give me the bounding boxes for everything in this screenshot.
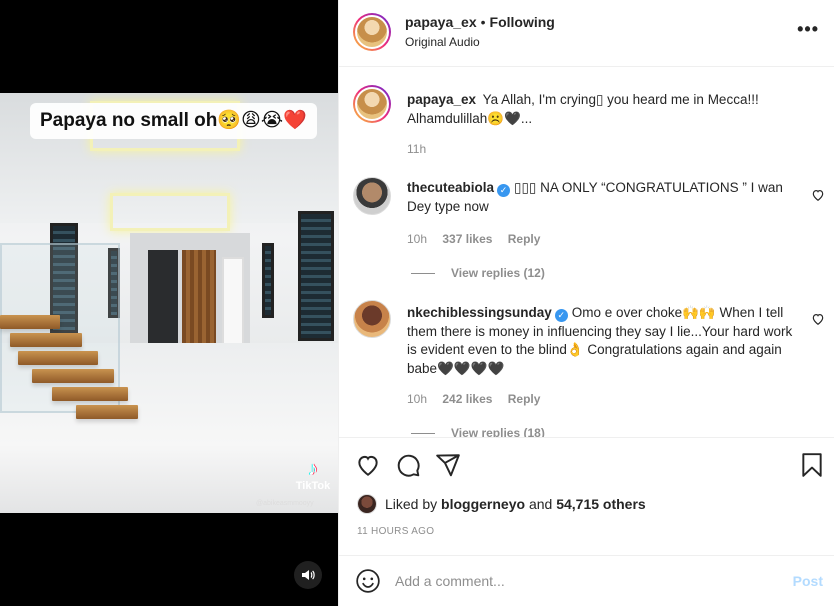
bookmark-icon[interactable]: [799, 452, 825, 478]
author-username[interactable]: papaya_ex: [405, 14, 477, 30]
stair-step: [0, 315, 60, 329]
liker-avatar[interactable]: [357, 494, 377, 514]
author-line: papaya_ex • Following: [405, 14, 555, 30]
caption-avatar-image: [355, 87, 389, 121]
post-media[interactable]: Papaya no small oh🥺😩😭❤️ ♪ TikTok @abikea…: [0, 0, 338, 606]
comment-username[interactable]: thecuteabiola: [407, 180, 494, 195]
comment-meta: 10h 242 likes Reply: [407, 392, 552, 406]
white-door: [222, 257, 244, 349]
liked-by-others[interactable]: 54,715 others: [556, 496, 646, 512]
comment-icon[interactable]: [395, 452, 421, 478]
emoji-icon[interactable]: [355, 568, 381, 594]
caption-meta: 11h: [407, 142, 438, 156]
caption-text: papaya_ex Ya Allah, I'm crying▯ you hear…: [407, 91, 799, 128]
comment-time[interactable]: 11h: [407, 142, 426, 156]
window: [298, 211, 334, 341]
caption-avatar[interactable]: [353, 85, 391, 123]
post-header: papaya_ex • Following Original Audio •••: [339, 0, 834, 67]
stair-step: [18, 351, 98, 365]
comment-time[interactable]: 10h: [407, 392, 427, 406]
commenter-avatar[interactable]: [353, 177, 391, 215]
window: [262, 243, 274, 318]
post-sidebar: papaya_ex • Following Original Audio ••• p…: [338, 0, 834, 606]
ceiling-light: [110, 193, 230, 231]
commenter-avatar[interactable]: [353, 300, 391, 338]
video-frame[interactable]: [0, 93, 338, 513]
stair-step: [76, 405, 138, 419]
view-replies-button[interactable]: View replies (18): [411, 426, 545, 437]
comment-input[interactable]: [395, 566, 775, 596]
verified-badge-icon: ✓: [554, 309, 568, 322]
liked-by-prefix: Liked by: [385, 496, 438, 512]
stair-step: [52, 387, 128, 401]
comment-username[interactable]: nkechiblessingsunday: [407, 305, 552, 320]
back-door: [148, 250, 178, 350]
liked-by-and: and: [528, 496, 553, 512]
comment-item: thecuteabiola ✓ ▯▯▯ NA ONLY “CONGRATULATIO…: [407, 179, 799, 216]
following-button[interactable]: Following: [490, 14, 555, 30]
heart-icon[interactable]: [811, 312, 825, 326]
comment-meta: 10h 337 likes Reply: [407, 232, 552, 246]
share-icon[interactable]: [435, 452, 461, 478]
comment-username[interactable]: papaya_ex: [407, 92, 476, 107]
tiktok-watermark: ♪ TikTok: [293, 458, 333, 492]
stair-step: [32, 369, 114, 383]
comment-list[interactable]: papaya_ex Ya Allah, I'm crying▯ you hear…: [339, 67, 834, 437]
post-actions: Liked by bloggerneyo and 54,715 others 1…: [339, 437, 834, 555]
likes-summary: Liked by bloggerneyo and 54,715 others: [357, 494, 646, 514]
more-options-icon[interactable]: •••: [797, 20, 819, 38]
post-comment-button[interactable]: Post: [793, 573, 823, 589]
video-caption: Papaya no small oh🥺😩😭❤️: [30, 103, 317, 139]
comment-composer: Post: [339, 555, 834, 606]
heart-icon[interactable]: [355, 452, 381, 478]
tiktok-handle: @abikeasmmooyy: [256, 500, 314, 507]
comment-time[interactable]: 10h: [407, 232, 427, 246]
view-replies-button[interactable]: View replies (12): [411, 266, 545, 280]
heart-icon[interactable]: [811, 188, 825, 202]
stair-step: [10, 333, 82, 347]
mute-toggle-button[interactable]: [294, 561, 322, 589]
comment-item: nkechiblessingsunday ✓ Omo e over choke🙌🙌 …: [407, 304, 799, 378]
comment-likes[interactable]: 242 likes: [442, 392, 492, 406]
author-avatar[interactable]: [353, 13, 391, 51]
liked-by-user[interactable]: bloggerneyo: [441, 496, 525, 512]
post-timestamp[interactable]: 11 HOURS AGO: [357, 526, 434, 537]
audio-link[interactable]: Original Audio: [405, 35, 480, 49]
reply-button[interactable]: Reply: [508, 232, 541, 246]
header-separator: •: [480, 14, 486, 30]
author-avatar-image: [355, 15, 389, 49]
reply-button[interactable]: Reply: [508, 392, 541, 406]
comment-likes[interactable]: 337 likes: [442, 232, 492, 246]
tiktok-label: TikTok: [295, 480, 331, 492]
wood-panel: [182, 250, 216, 350]
verified-badge-icon: ✓: [497, 184, 511, 197]
speaker-icon: [302, 570, 315, 580]
tiktok-icon: ♪: [308, 458, 318, 480]
